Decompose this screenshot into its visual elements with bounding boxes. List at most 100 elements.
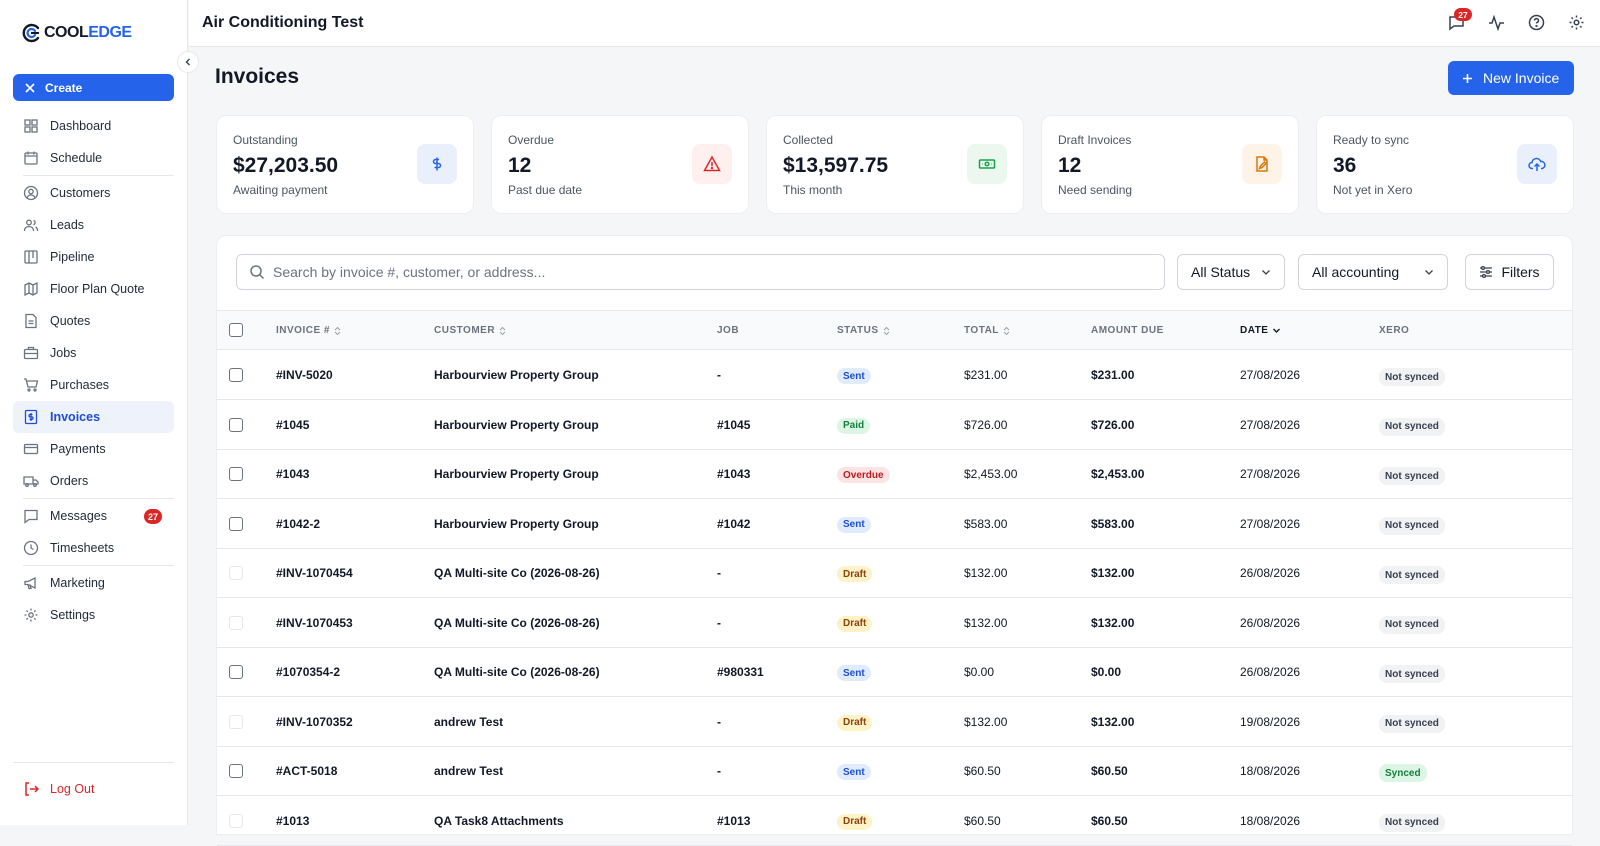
collapse-sidebar-button[interactable] — [177, 51, 199, 73]
messages-button[interactable]: 27 — [1446, 8, 1472, 32]
row-checkbox[interactable] — [229, 813, 243, 828]
invoice-number[interactable]: #1042-2 — [276, 517, 320, 531]
sidebar-item-leads[interactable]: Leads — [13, 209, 174, 241]
customer-name[interactable]: andrew Test — [434, 715, 503, 729]
help-button[interactable] — [1526, 12, 1546, 32]
user-circle-icon — [23, 185, 39, 201]
customer-name[interactable]: Harbourview Property Group — [434, 418, 599, 432]
settings-button[interactable] — [1566, 12, 1586, 32]
invoice-number[interactable]: #1045 — [276, 418, 309, 432]
table-row[interactable]: #1013 QA Task8 Attachments #1013 Draft $60.5… — [217, 797, 1572, 846]
sidebar-item-pipeline[interactable]: Pipeline — [13, 241, 174, 273]
invoice-number[interactable]: #INV-1070453 — [276, 616, 353, 630]
table-row[interactable]: #INV-1070352 andrew Test - Draft $132.00 $132… — [217, 698, 1572, 747]
sidebar-item-quotes[interactable]: Quotes — [13, 305, 174, 337]
brand-logo[interactable]: COOLEDGE — [22, 22, 132, 44]
sidebar-item-jobs[interactable]: Jobs — [13, 337, 174, 369]
sidebar-item-floor-plan-quote[interactable]: Floor Plan Quote — [13, 273, 174, 305]
table-row[interactable]: #1043 Harbourview Property Group #1043 Over… — [217, 450, 1572, 499]
sidebar-item-schedule[interactable]: Schedule — [13, 142, 174, 174]
chevron-left-icon — [185, 58, 190, 66]
stat-value: $27,203.50 — [233, 154, 339, 177]
col-customer[interactable]: CUSTOMER — [434, 325, 506, 336]
sidebar-item-orders[interactable]: Orders — [13, 465, 174, 497]
sidebar-item-messages[interactable]: Messages 27 — [13, 500, 174, 532]
xero-sync-badge: Not synced — [1379, 467, 1445, 485]
table-row[interactable]: #INV-1070454 QA Multi-site Co (2026-08-26… — [217, 549, 1572, 598]
row-checkbox[interactable] — [229, 714, 243, 729]
table-row[interactable]: #INV-1070453 QA Multi-site Co (2026-08-26… — [217, 599, 1572, 648]
accounting-select[interactable]: All accounting — [1298, 254, 1448, 290]
sidebar-item-customers[interactable]: Customers — [13, 177, 174, 209]
row-checkbox[interactable] — [229, 566, 243, 580]
customer-name[interactable]: QA Task8 Attachments — [434, 814, 564, 828]
row-checkbox[interactable] — [229, 615, 243, 630]
stat-cards: Outstanding $27,203.50 Awaiting payment Ove… — [216, 115, 1574, 214]
row-checkbox[interactable] — [229, 665, 243, 679]
invoice-number[interactable]: #ACT-5018 — [276, 764, 337, 778]
amount-due: $583.00 — [1091, 516, 1135, 531]
row-checkbox[interactable] — [229, 368, 243, 382]
search-input[interactable] — [273, 264, 1153, 280]
sidebar-item-purchases[interactable]: Purchases — [13, 369, 174, 401]
document-icon — [23, 313, 39, 329]
col-status[interactable]: STATUS — [837, 325, 890, 336]
divider — [23, 565, 174, 566]
col-date[interactable]: DATE — [1240, 325, 1281, 336]
customer-name[interactable]: andrew Test — [434, 764, 503, 778]
cart-icon — [23, 377, 39, 393]
table-row[interactable]: #INV-5020 Harbourview Property Group - Sent… — [217, 351, 1572, 400]
stat-card-draft-invoices[interactable]: Draft Invoices 12 Need sending — [1041, 115, 1299, 214]
sidebar-item-invoices[interactable]: Invoices — [13, 401, 174, 433]
stat-card-outstanding[interactable]: Outstanding $27,203.50 Awaiting payment — [216, 115, 474, 214]
table-row[interactable]: #1070354-2 QA Multi-site Co (2026-08-26) #… — [217, 648, 1572, 697]
sliders-icon — [1480, 265, 1493, 279]
stat-value: 12 — [508, 154, 532, 177]
sidebar-item-settings[interactable]: Settings — [13, 599, 174, 631]
customer-name[interactable]: QA Multi-site Co (2026-08-26) — [434, 616, 600, 630]
table-row[interactable]: #1042-2 Harbourview Property Group #1042 Se… — [217, 500, 1572, 549]
stat-card-ready-to-sync[interactable]: Ready to sync 36 Not yet in Xero — [1316, 115, 1574, 214]
select-all-checkbox[interactable] — [229, 323, 243, 337]
invoice-number[interactable]: #INV-1070454 — [276, 566, 353, 580]
customer-name[interactable]: Harbourview Property Group — [434, 517, 599, 531]
status-select[interactable]: All Status — [1177, 254, 1285, 290]
invoice-number[interactable]: #1070354-2 — [276, 665, 340, 679]
stat-card-collected[interactable]: Collected $13,597.75 This month — [766, 115, 1024, 214]
col-total[interactable]: TOTAL — [964, 325, 1010, 336]
invoice-number[interactable]: #1013 — [276, 814, 309, 828]
sidebar-item-payments[interactable]: Payments — [13, 433, 174, 465]
invoice-number[interactable]: #INV-1070352 — [276, 715, 353, 729]
status-badge: Overdue — [837, 467, 890, 483]
customer-name[interactable]: Harbourview Property Group — [434, 368, 599, 382]
new-invoice-button[interactable]: New Invoice — [1448, 61, 1574, 95]
sidebar-item-dashboard[interactable]: Dashboard — [13, 110, 174, 142]
filters-button[interactable]: Filters — [1465, 254, 1554, 290]
table-row[interactable]: #ACT-5018 andrew Test - Sent $60.50 $60.50 18/… — [217, 747, 1572, 796]
stat-card-overdue[interactable]: Overdue 12 Past due date — [491, 115, 749, 214]
customer-name[interactable]: Harbourview Property Group — [434, 467, 599, 481]
total-amount: $0.00 — [964, 665, 995, 679]
table-row[interactable]: #1045 Harbourview Property Group #1045 Paid… — [217, 401, 1572, 450]
logout-button[interactable]: Log Out — [23, 781, 94, 797]
customer-name[interactable]: QA Multi-site Co (2026-08-26) — [434, 665, 600, 679]
sidebar-item-timesheets[interactable]: Timesheets — [13, 532, 174, 564]
row-checkbox[interactable] — [229, 516, 243, 531]
table-header: INVOICE # CUSTOMER JOB STATUS TOTAL AMOU… — [217, 310, 1572, 350]
sidebar-item-label: Pipeline — [50, 250, 95, 264]
sort-icon — [1003, 326, 1010, 335]
status-badge: Draft — [837, 615, 873, 632]
sidebar-item-marketing[interactable]: Marketing — [13, 567, 174, 599]
customer-name[interactable]: QA Multi-site Co (2026-08-26) — [434, 566, 600, 580]
col-invoice[interactable]: INVOICE # — [276, 325, 341, 336]
row-checkbox[interactable] — [229, 764, 243, 778]
create-button[interactable]: Create — [13, 74, 174, 101]
filters-label: Filters — [1501, 264, 1540, 280]
invoice-number[interactable]: #INV-5020 — [276, 368, 333, 382]
row-checkbox[interactable] — [229, 417, 243, 432]
sidebar-item-label: Payments — [50, 442, 106, 456]
row-checkbox[interactable] — [229, 467, 243, 481]
activity-button[interactable] — [1486, 12, 1506, 32]
invoice-number[interactable]: #1043 — [276, 467, 309, 481]
plus-icon — [1463, 73, 1472, 83]
